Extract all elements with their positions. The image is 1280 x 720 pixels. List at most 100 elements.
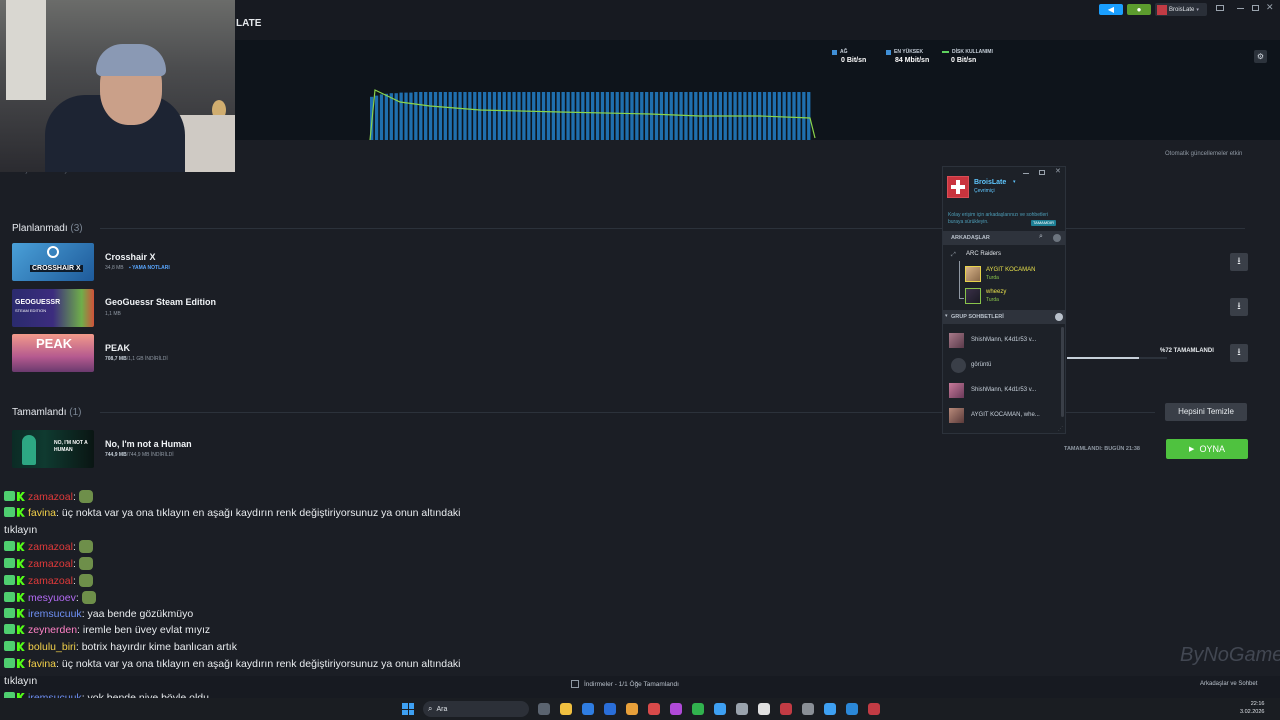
maximize-icon[interactable] bbox=[1252, 5, 1259, 11]
add-friend-icon[interactable] bbox=[1053, 234, 1061, 242]
graph-bar bbox=[428, 92, 433, 140]
graph-bar bbox=[615, 92, 619, 140]
notification-button[interactable]: ● bbox=[1127, 4, 1151, 15]
graph-bar bbox=[532, 92, 536, 140]
graph-bar bbox=[640, 92, 644, 140]
taskbar-app-icon[interactable] bbox=[692, 703, 704, 715]
big-picture-icon[interactable] bbox=[1216, 5, 1224, 11]
download-button[interactable]: ⭳ bbox=[1230, 298, 1248, 316]
game-group-icon: ⤢ bbox=[951, 252, 956, 258]
account-menu[interactable]: BroisLate ▾ bbox=[1155, 3, 1207, 16]
download-row[interactable]: GEOGUESSR STEAM EDITION GeoGuessr Steam … bbox=[12, 289, 1252, 329]
graph-bar bbox=[389, 93, 393, 140]
kick-icon bbox=[17, 576, 25, 585]
taskbar-app-icon[interactable] bbox=[758, 703, 770, 715]
download-row[interactable]: PEAK PEAK 708,7 MB/1,1 GB İNDİRİLDİ %72 … bbox=[12, 334, 1252, 374]
taskbar-app-icon[interactable] bbox=[824, 703, 836, 715]
chat-message: iremsucuuk: yaa bende gözükmüyo bbox=[4, 607, 193, 620]
game-title[interactable]: Crosshair X bbox=[105, 252, 156, 262]
download-row[interactable]: NO, I'M NOT A HUMAN No, I'm not a Human … bbox=[12, 430, 1252, 470]
chat-username: zamazoal bbox=[28, 575, 73, 587]
auto-update-text: Otomatik güncellemeler etkin bbox=[1165, 151, 1243, 157]
minimize-icon[interactable] bbox=[1023, 173, 1029, 174]
friends-username[interactable]: BroisLate bbox=[974, 179, 1006, 186]
taskbar-apps bbox=[538, 703, 880, 715]
taskbar-app-icon[interactable] bbox=[714, 703, 726, 715]
search-icon[interactable]: ⌕ bbox=[1039, 233, 1043, 241]
avatar bbox=[949, 408, 964, 423]
start-icon[interactable] bbox=[402, 703, 414, 715]
subscriber-badge-icon bbox=[4, 607, 15, 618]
close-icon[interactable]: ✕ bbox=[1266, 2, 1274, 13]
taskbar-app-icon[interactable] bbox=[868, 703, 880, 715]
friend-status: Turda bbox=[986, 297, 999, 303]
settings-button[interactable]: ⚙ bbox=[1254, 50, 1267, 63]
game-title[interactable]: GeoGuessr Steam Edition bbox=[105, 297, 216, 307]
resize-grip-icon[interactable]: ⋰ bbox=[1058, 426, 1063, 432]
taskbar-app-icon[interactable] bbox=[626, 703, 638, 715]
avatar[interactable] bbox=[947, 176, 969, 198]
graph-bar bbox=[419, 92, 423, 140]
download-button[interactable]: ⭳ bbox=[1230, 253, 1248, 271]
taskbar-app-icon[interactable] bbox=[780, 703, 792, 715]
graph-bar bbox=[468, 92, 472, 140]
friends-chat-button[interactable]: Arkadaşlar ve Sohbet bbox=[1200, 681, 1257, 687]
group-chat-item[interactable]: görüntü bbox=[947, 357, 1062, 375]
group-chat-item[interactable]: ShishMann, K4d1r53 v... bbox=[947, 382, 1062, 400]
chat-username: zeynerden bbox=[28, 624, 78, 637]
section-divider bbox=[100, 228, 1245, 229]
chevron-down-icon: ▾ bbox=[1196, 6, 1199, 13]
graph-bar bbox=[777, 92, 781, 140]
taskbar-app-icon[interactable] bbox=[846, 703, 858, 715]
taskbar-app-icon[interactable] bbox=[582, 703, 594, 715]
taskbar-app-icon[interactable] bbox=[670, 703, 682, 715]
game-title[interactable]: No, I'm not a Human bbox=[105, 439, 192, 449]
friend-item[interactable]: wheezy Turda bbox=[965, 288, 1063, 308]
announce-button[interactable]: ◀ bbox=[1099, 4, 1123, 15]
play-button[interactable]: ▶ OYNA bbox=[1166, 439, 1248, 459]
download-button[interactable]: ⭳ bbox=[1230, 344, 1248, 362]
taskbar-app-icon[interactable] bbox=[560, 703, 572, 715]
taskbar-app-icon[interactable] bbox=[648, 703, 660, 715]
game-thumbnail-peak: PEAK bbox=[12, 334, 94, 372]
kick-icon bbox=[17, 659, 25, 668]
chat-username: zamazoal bbox=[28, 541, 73, 554]
taskbar-app-icon[interactable] bbox=[736, 703, 748, 715]
taskbar-app-icon[interactable] bbox=[604, 703, 616, 715]
window-title: LATE bbox=[236, 18, 262, 29]
group-chats-header: ▾ GRUP SOHBETLERİ bbox=[943, 310, 1065, 324]
game-group-name[interactable]: ARC Raiders bbox=[966, 251, 1001, 257]
add-group-icon[interactable] bbox=[1055, 313, 1063, 321]
group-chat-item[interactable]: ShishMann, K4d1r53 v... bbox=[947, 332, 1062, 350]
search-input[interactable]: ⌕ Ara bbox=[423, 701, 529, 717]
patch-notes-link[interactable]: ▪ YAMA NOTLARI bbox=[129, 265, 170, 271]
game-title[interactable]: PEAK bbox=[105, 343, 130, 353]
chevron-down-icon[interactable]: ▾ bbox=[945, 313, 948, 319]
clear-all-button[interactable]: Hepsini Temizle bbox=[1165, 403, 1247, 421]
line-legend-icon bbox=[942, 51, 949, 53]
graph-bar bbox=[487, 92, 492, 140]
graph-bar bbox=[374, 95, 379, 140]
close-icon[interactable]: ✕ bbox=[1055, 167, 1061, 175]
graph-bar bbox=[536, 92, 541, 140]
beanie bbox=[96, 44, 166, 76]
download-row[interactable]: CROSSHAIR X Crosshair X 34,8 MB ▪ YAMA N… bbox=[12, 243, 1252, 283]
kick-icon bbox=[17, 625, 25, 635]
chat-text: üç nokta var ya ona tıklayın en aşağı ka… bbox=[61, 506, 461, 519]
crosshair-icon bbox=[47, 246, 59, 258]
tip-ok-button[interactable]: TAMAMDIR bbox=[1031, 220, 1057, 226]
clock[interactable]: 22:16 3.02.2026 bbox=[1240, 700, 1264, 716]
minimize-icon[interactable] bbox=[1237, 8, 1244, 9]
graph-bar bbox=[649, 92, 654, 140]
friend-item[interactable]: AYGIT KOCAMAN Turda bbox=[965, 266, 1063, 286]
taskbar-app-icon[interactable] bbox=[538, 703, 550, 715]
chat-username: iremsucuuk bbox=[28, 607, 82, 620]
completed-time: TAMAMLANDI: BUGÜN 21:38 bbox=[1064, 446, 1140, 452]
taskbar-app-icon[interactable] bbox=[802, 703, 814, 715]
maximize-icon[interactable] bbox=[1039, 170, 1045, 175]
graph-bar bbox=[414, 92, 418, 140]
scrollbar[interactable] bbox=[1061, 327, 1064, 417]
group-chat-item[interactable]: AYGIT KOCAMAN, whe... bbox=[947, 407, 1062, 425]
subscriber-badge-icon bbox=[4, 506, 15, 517]
chevron-down-icon[interactable]: ▾ bbox=[1013, 179, 1016, 185]
